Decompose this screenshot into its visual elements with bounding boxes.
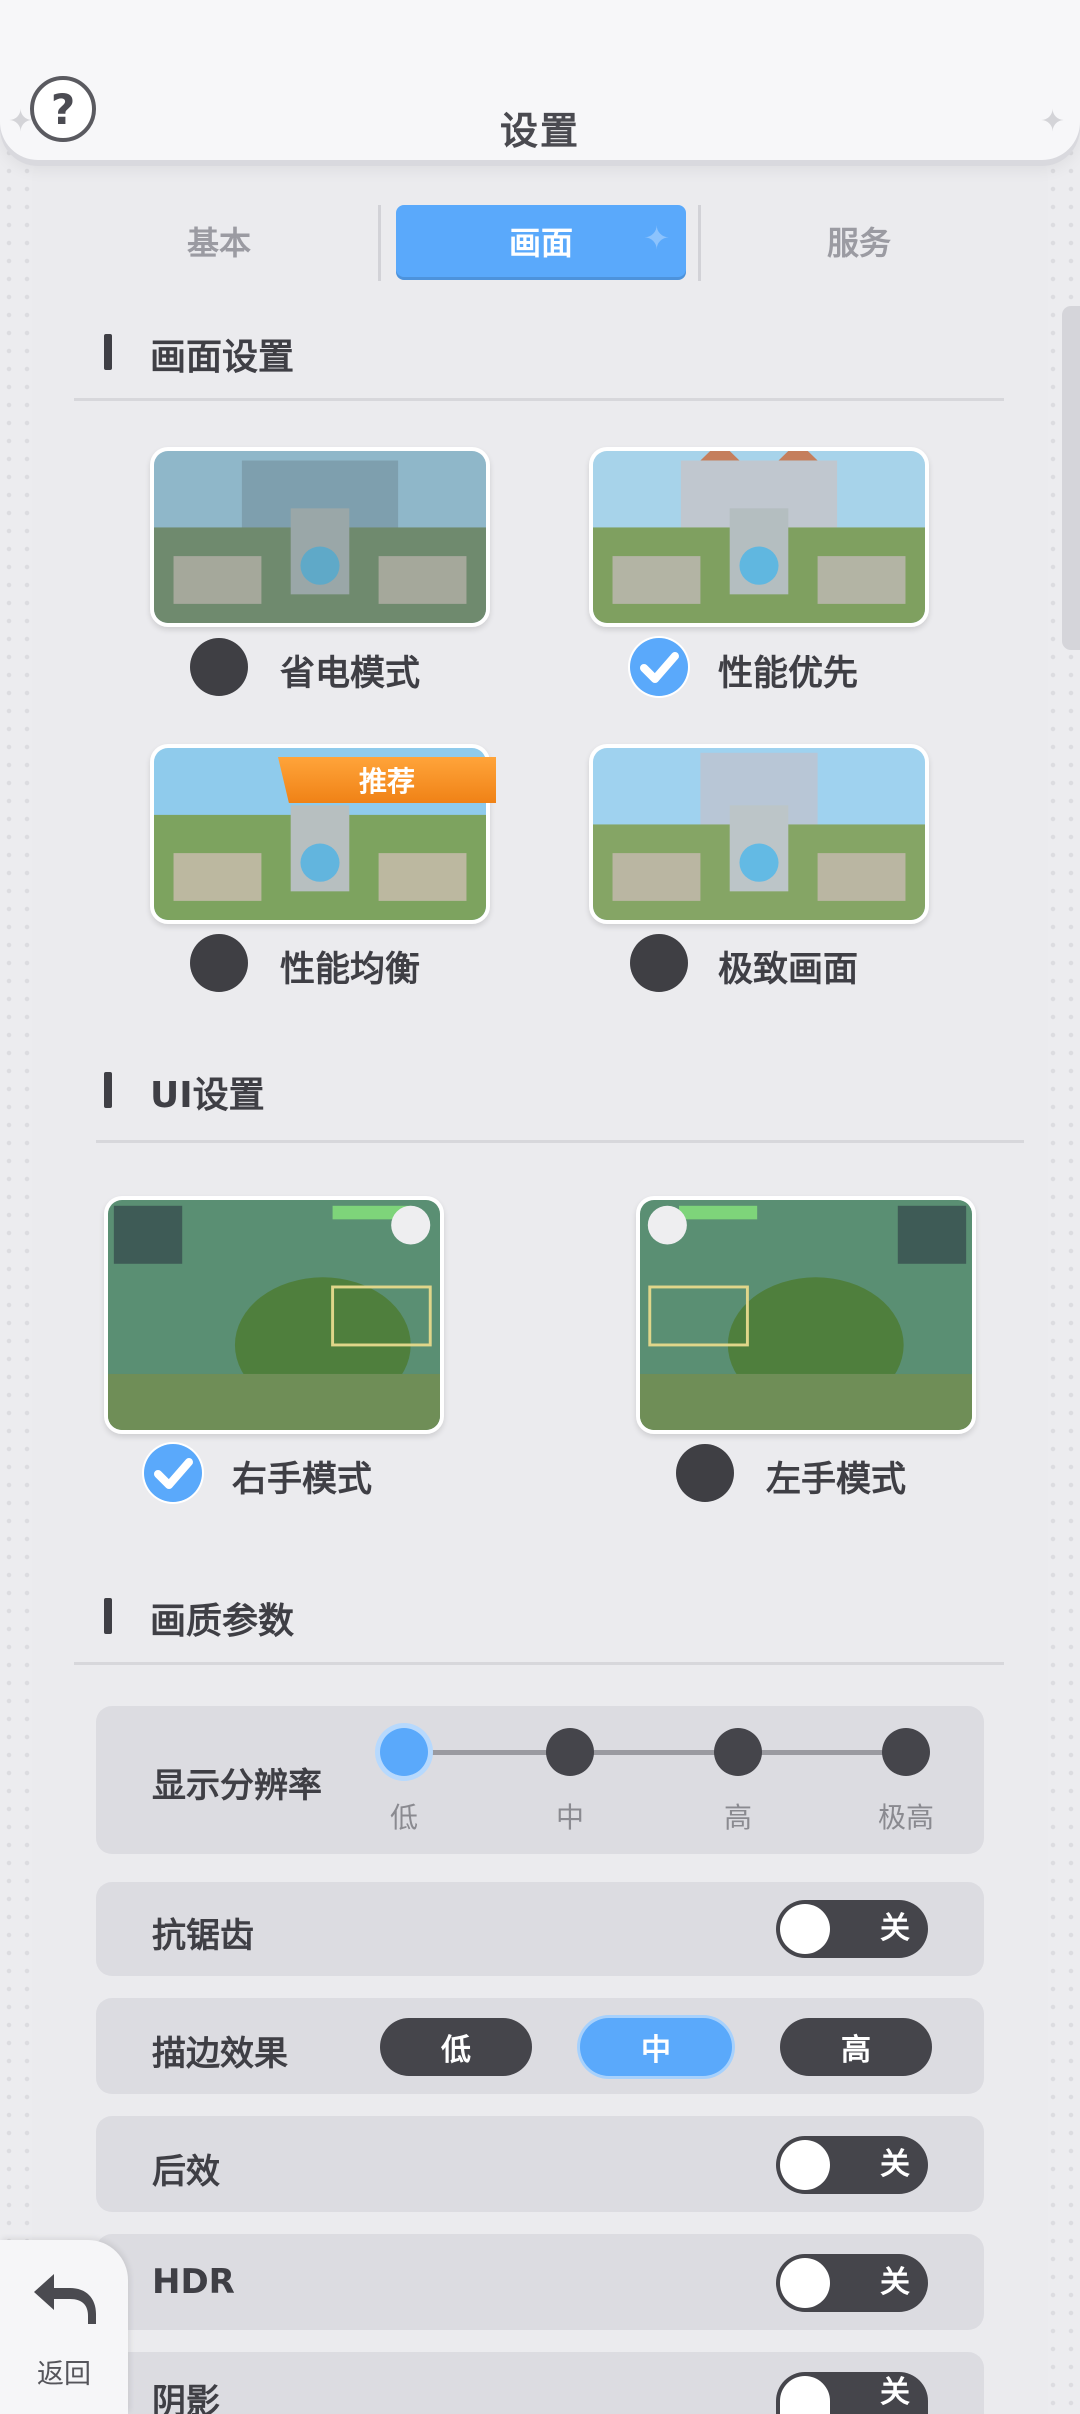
section-title-graphics: 画面设置 <box>150 337 295 378</box>
toggle-state: 关 <box>880 2265 910 2300</box>
scrollbar[interactable] <box>1062 306 1080 650</box>
slider-label: 高 <box>723 1801 752 1834</box>
tab-bar: 基本 画面 ✦ 服务 <box>0 205 1080 285</box>
check-icon[interactable] <box>142 1442 204 1504</box>
tab-divider <box>378 205 381 281</box>
check-icon[interactable] <box>628 636 690 698</box>
preview-power-save[interactable] <box>150 447 490 627</box>
toggle-state: 关 <box>880 2147 910 2182</box>
scene-thumbnail <box>593 748 925 920</box>
toggle-knob <box>780 2140 830 2190</box>
section-title-ui: UI设置 <box>150 1075 265 1116</box>
post-effect-toggle[interactable]: 关 <box>776 2136 928 2194</box>
option-label: 左手模式 <box>766 1460 907 1500</box>
antialias-toggle[interactable]: 关 <box>776 1900 928 1958</box>
option-label: 右手模式 <box>232 1460 373 1500</box>
section-marker <box>104 1072 112 1108</box>
post-effect-row: 后效 关 <box>96 2116 984 2212</box>
slider-stop-high[interactable] <box>714 1728 762 1776</box>
sparkle-icon: ✦ <box>643 219 670 257</box>
tab-service[interactable]: 服务 <box>714 205 1004 277</box>
section-divider <box>74 398 1004 401</box>
radio-ultra[interactable] <box>630 934 688 992</box>
hdr-toggle[interactable]: 关 <box>776 2254 928 2312</box>
section-marker <box>104 1598 112 1634</box>
outline-high-button[interactable]: 高 <box>780 2018 932 2076</box>
section-divider <box>96 1140 1024 1143</box>
slider-stop-low[interactable] <box>380 1728 428 1776</box>
page-title: 设置 <box>499 109 580 153</box>
header: ? 设置 ✦ ✦ <box>0 0 1080 160</box>
option-label: 性能优先 <box>718 654 859 694</box>
outline-low-button[interactable]: 低 <box>380 2018 532 2076</box>
row-label: 显示分辨率 <box>152 1766 322 1806</box>
preview-left-hand[interactable] <box>636 1196 976 1434</box>
toggle-state: 关 <box>880 2375 910 2410</box>
tab-divider <box>698 205 701 281</box>
tab-graphics-label: 画面 <box>508 224 573 262</box>
ui-layout-thumbnail <box>108 1200 440 1430</box>
sparkle-icon: ✦ <box>8 104 34 139</box>
option-label: 省电模式 <box>280 654 421 694</box>
slider-label: 中 <box>555 1801 584 1834</box>
toggle-knob <box>780 1904 830 1954</box>
scene-thumbnail <box>154 451 486 623</box>
preview-right-hand[interactable] <box>104 1196 444 1434</box>
recommended-badge: 推荐 <box>278 757 496 803</box>
back-arrow-icon <box>34 2274 96 2324</box>
slider-label: 极高 <box>877 1801 934 1834</box>
slider-stop-ultra[interactable] <box>882 1728 930 1776</box>
section-divider <box>74 1662 1004 1665</box>
tab-graphics[interactable]: 画面 ✦ <box>396 205 686 277</box>
radio-power-save[interactable] <box>190 638 248 696</box>
shadow-row: 阴影 关 <box>96 2352 984 2414</box>
section-title-quality: 画质参数 <box>150 1601 295 1642</box>
antialias-row: 抗锯齿 关 <box>96 1882 984 1976</box>
row-label: HDR <box>152 2262 235 2302</box>
ui-layout-thumbnail <box>640 1200 972 1430</box>
row-label: 抗锯齿 <box>152 1916 254 1956</box>
tab-basic[interactable]: 基本 <box>74 205 364 277</box>
resolution-slider-track[interactable] <box>404 1750 906 1755</box>
outline-mid-button[interactable]: 中 <box>580 2018 732 2076</box>
outline-row: 描边效果 低 中 高 <box>96 1998 984 2094</box>
preview-ultra[interactable] <box>589 744 929 924</box>
hdr-row: HDR 关 <box>96 2234 984 2330</box>
option-label: 性能均衡 <box>280 950 421 990</box>
section-marker <box>104 334 112 370</box>
radio-left-hand[interactable] <box>676 1444 734 1502</box>
sparkle-icon: ✦ <box>1040 104 1066 139</box>
preview-performance-first[interactable] <box>589 447 929 627</box>
toggle-state: 关 <box>880 1911 910 1946</box>
row-label: 阴影 <box>152 2382 220 2414</box>
back-label: 返回 <box>37 2359 91 2390</box>
row-label: 描边效果 <box>152 2034 288 2074</box>
toggle-knob <box>780 2376 830 2414</box>
option-label: 极致画面 <box>718 950 859 990</box>
slider-stop-mid[interactable] <box>546 1728 594 1776</box>
radio-balanced[interactable] <box>190 934 248 992</box>
row-label: 后效 <box>152 2152 220 2192</box>
scene-thumbnail <box>593 451 925 623</box>
shadow-toggle[interactable]: 关 <box>776 2372 928 2414</box>
toggle-knob <box>780 2258 830 2308</box>
slider-label: 低 <box>389 1801 418 1834</box>
back-button[interactable]: 返回 <box>0 2240 128 2414</box>
